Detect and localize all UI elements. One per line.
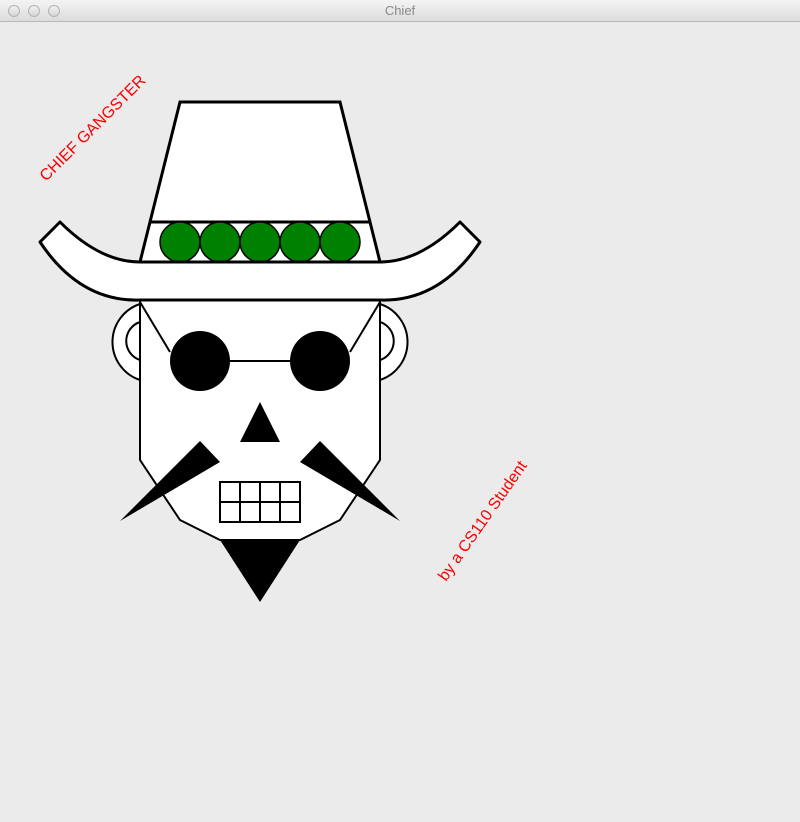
hat-band-circle [239, 221, 281, 263]
hat-band-circle [279, 221, 321, 263]
by-student-label: by a CS110 Student [435, 458, 531, 585]
teeth-grid [219, 481, 301, 523]
hat-band-circle [199, 221, 241, 263]
right-lens [290, 331, 350, 391]
chief-drawing: CHIEF GANGSTER by a CS110 Student [37, 72, 531, 602]
left-ear [111, 303, 141, 381]
hat-band-circle [159, 221, 201, 263]
goatee [220, 540, 300, 602]
chief-gangster-label: CHIEF GANGSTER [37, 72, 150, 185]
left-lens [170, 331, 230, 391]
title-bar[interactable]: Chief [0, 0, 800, 22]
window-title: Chief [384, 3, 416, 18]
right-ear [379, 303, 409, 381]
drawing-canvas: CHIEF GANGSTER by a CS110 Student [0, 22, 800, 822]
app-window: Chief CHIEF GANGSTER by a CS110 Student [0, 0, 800, 822]
hat-band-circle [319, 221, 361, 263]
